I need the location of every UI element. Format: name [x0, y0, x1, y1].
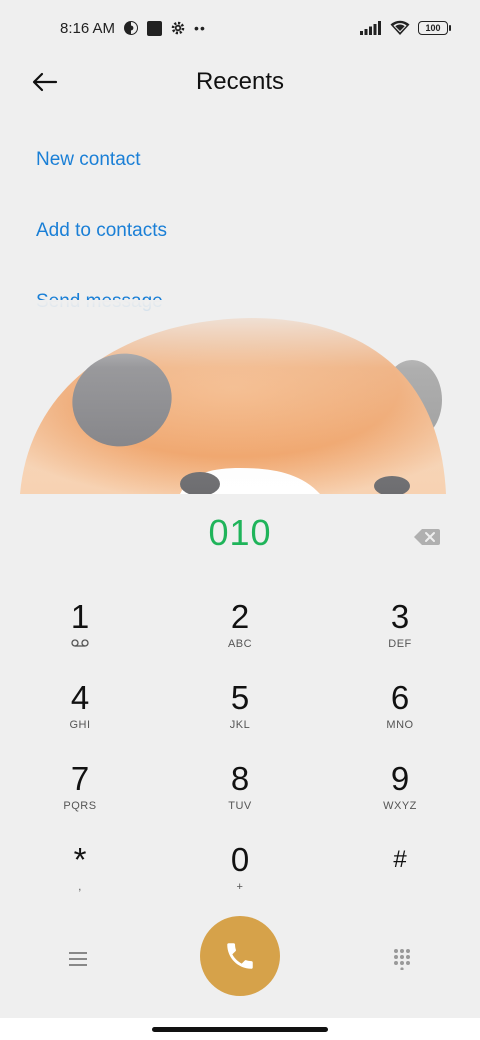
key-digit: 3 — [390, 598, 410, 635]
back-arrow-icon — [32, 72, 58, 92]
keypad-toggle-button[interactable] — [384, 944, 420, 974]
key-6[interactable]: 6 MNO — [320, 679, 480, 760]
dialed-number: 010 — [208, 512, 272, 553]
menu-icon — [69, 952, 87, 966]
key-digit: 8 — [230, 760, 250, 797]
key-sub: PQRS — [63, 800, 97, 812]
dialer-bottom-row — [0, 914, 480, 1004]
key-sub: DEF — [388, 638, 412, 650]
phone-icon — [227, 943, 253, 969]
call-button[interactable] — [200, 916, 280, 996]
status-bar: 8:16 AM •• 100 — [0, 0, 480, 56]
backspace-icon — [414, 529, 440, 545]
home-indicator[interactable] — [152, 1027, 328, 1032]
key-digit: 5 — [230, 679, 250, 716]
keypad: 1 2 ABC 3 DEF 4 GHI 5 JKL 6 MNO 7 PQRS 8… — [0, 598, 480, 922]
key-sub: WXYZ — [383, 800, 417, 812]
key-sub: TUV — [228, 800, 252, 812]
panda-illustration — [0, 300, 480, 494]
system-nav-bar — [0, 1018, 480, 1040]
key-3[interactable]: 3 DEF — [320, 598, 480, 679]
keypad-grid-icon — [394, 949, 410, 970]
wifi-icon — [390, 20, 410, 35]
menu-button[interactable] — [60, 946, 96, 972]
key-digit: * — [73, 841, 87, 878]
key-sub: , — [78, 881, 82, 893]
key-digit: 6 — [390, 679, 410, 716]
key-1[interactable]: 1 — [0, 598, 160, 679]
back-button[interactable] — [28, 68, 62, 96]
key-sub: + — [236, 881, 244, 893]
key-star[interactable]: * , — [0, 841, 160, 922]
status-time: 8:16 AM — [60, 19, 116, 37]
key-hash[interactable]: # — [320, 841, 480, 922]
square-icon — [147, 20, 163, 36]
key-sub: GHI — [69, 719, 91, 731]
key-4[interactable]: 4 GHI — [0, 679, 160, 760]
key-8[interactable]: 8 TUV — [160, 760, 320, 841]
key-9[interactable]: 9 WXYZ — [320, 760, 480, 841]
key-5[interactable]: 5 JKL — [160, 679, 320, 760]
signal-icon — [360, 21, 381, 35]
key-digit: 2 — [230, 598, 250, 635]
battery-icon: 100 — [418, 21, 451, 35]
key-7[interactable]: 7 PQRS — [0, 760, 160, 841]
key-digit: 0 — [230, 841, 250, 878]
more-dots-icon: •• — [194, 20, 206, 36]
key-2[interactable]: 2 ABC — [160, 598, 320, 679]
backspace-button[interactable] — [414, 528, 440, 546]
key-digit: 1 — [70, 598, 90, 635]
page-title: Recents — [195, 68, 285, 95]
voicemail-icon — [71, 639, 89, 647]
key-sub: JKL — [229, 719, 251, 731]
add-to-contacts-link[interactable]: Add to contacts — [36, 209, 167, 280]
status-left: 8:16 AM •• — [60, 20, 206, 37]
background-illustration — [0, 300, 480, 494]
key-sub: MNO — [386, 719, 414, 731]
key-digit: 9 — [390, 760, 410, 797]
key-digit: 4 — [70, 679, 90, 716]
new-contact-link[interactable]: New contact — [36, 138, 167, 209]
key-digit: 7 — [70, 760, 90, 797]
settings-gear-icon — [171, 21, 185, 35]
key-sub: ABC — [227, 638, 253, 650]
theme-icon — [124, 21, 139, 35]
key-sub — [71, 638, 89, 652]
dialer-panel: 010 1 2 ABC 3 DEF 4 GHI 5 JKL 6 MNO 7 PQ… — [0, 494, 480, 1018]
status-right: 100 — [360, 20, 451, 36]
header: Recents — [0, 56, 480, 108]
key-digit: # — [393, 846, 407, 873]
key-0[interactable]: 0 + — [160, 841, 320, 922]
